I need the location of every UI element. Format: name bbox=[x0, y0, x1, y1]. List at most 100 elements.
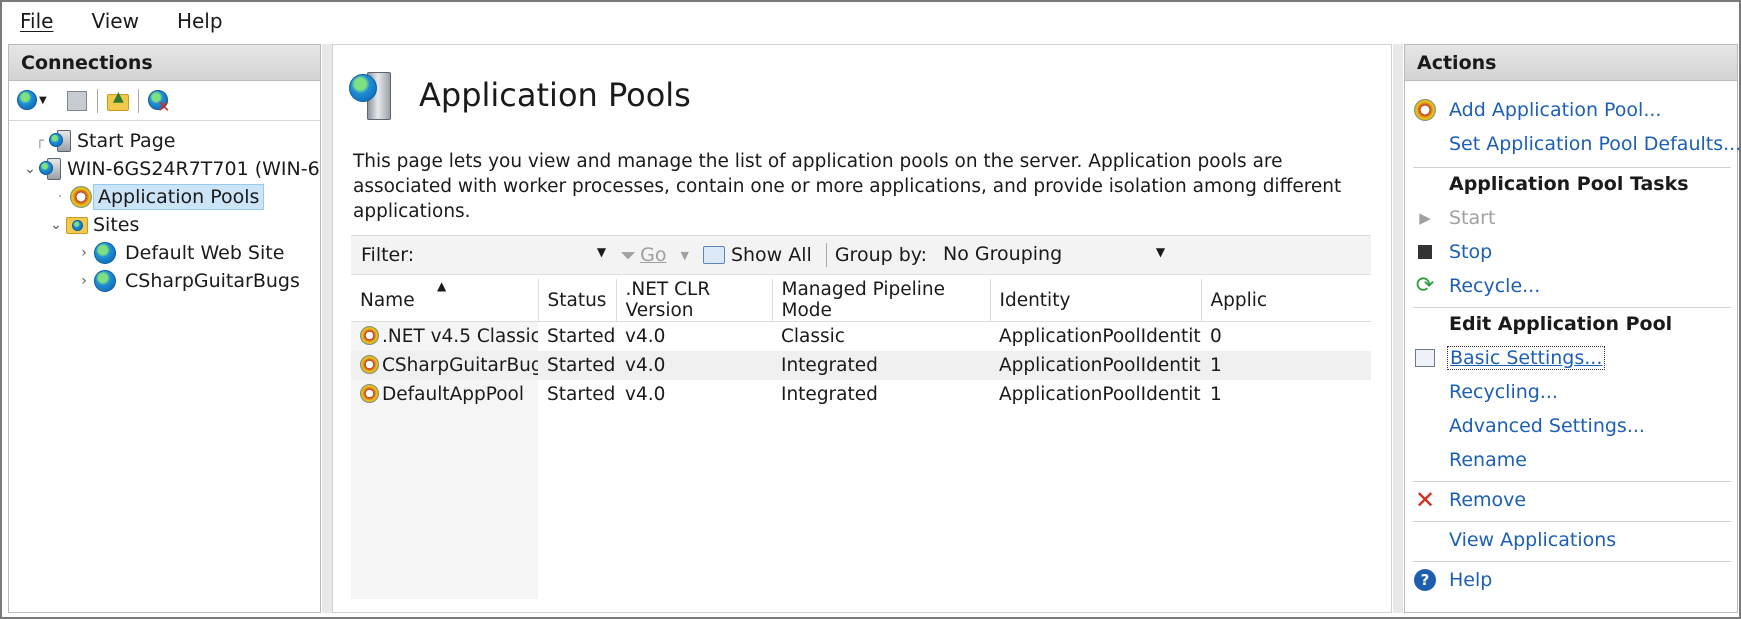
view-applications-action[interactable]: View Applications bbox=[1449, 525, 1616, 555]
column-header-identity[interactable]: Identity bbox=[990, 279, 1202, 322]
tree-default-web-site[interactable]: › Default Web Site bbox=[75, 239, 288, 267]
pool-name-cell: CSharpGuitarBugs bbox=[351, 350, 538, 380]
rename-action[interactable]: Rename bbox=[1449, 445, 1527, 475]
table-row[interactable]: DefaultAppPool Started v4.0 Integrated A… bbox=[351, 379, 1371, 409]
grid-header-row: Name ▲ Status .NET CLR Version Managed Pi… bbox=[351, 279, 1371, 322]
filter-toolbar: Filter: ▼ ⏷ Go ▼ Show All Group by: No G… bbox=[351, 235, 1371, 275]
applications-cell: 0 bbox=[1210, 325, 1222, 347]
recycle-action[interactable]: ⟳ Recycle... bbox=[1413, 271, 1540, 301]
filter-input[interactable]: ▼ bbox=[420, 241, 610, 269]
tree-start-page[interactable]: ┌ Start Page bbox=[31, 127, 179, 155]
chevron-right-icon[interactable]: › bbox=[75, 245, 93, 261]
tree-label: Start Page bbox=[77, 130, 176, 152]
group-by-select[interactable]: No Grouping ▼ bbox=[939, 241, 1175, 269]
toolbar-separator bbox=[825, 243, 827, 267]
menu-bar: File View Help bbox=[2, 2, 1739, 40]
menu-view[interactable]: View bbox=[91, 9, 138, 33]
iis-manager-window: File View Help Connections ▼ ▲ ✕ ┌ Start… bbox=[0, 0, 1741, 619]
settings-sheet-icon bbox=[1413, 346, 1437, 370]
stop-action[interactable]: Stop bbox=[1413, 237, 1492, 267]
page-description: This page lets you view and manage the l… bbox=[353, 151, 1342, 222]
tree-csharpguitarbugs-site[interactable]: › CSharpGuitarBugs bbox=[75, 267, 304, 295]
up-folder-icon[interactable]: ▲ bbox=[106, 89, 130, 113]
sort-ascending-icon: ▲ bbox=[437, 279, 447, 293]
connect-globe-icon[interactable]: ▼ bbox=[17, 89, 47, 113]
status-cell: Started bbox=[547, 383, 616, 405]
menu-file[interactable]: File bbox=[20, 9, 53, 33]
set-pool-defaults-action[interactable]: Set Application Pool Defaults... bbox=[1449, 129, 1741, 159]
chevron-down-icon[interactable]: ▼ bbox=[1156, 245, 1165, 259]
recycling-action[interactable]: Recycling... bbox=[1449, 377, 1558, 407]
chevron-right-icon[interactable]: › bbox=[75, 273, 93, 289]
group-by-label: Group by: bbox=[834, 244, 928, 266]
help-icon: ? bbox=[1413, 568, 1437, 592]
chevron-down-icon: ▼ bbox=[680, 248, 689, 262]
advanced-settings-action[interactable]: Advanced Settings... bbox=[1449, 411, 1645, 441]
tree-sites[interactable]: ⌄ Sites bbox=[47, 211, 143, 239]
identity-cell: ApplicationPoolIdentity bbox=[999, 325, 1201, 347]
toolbar-separator bbox=[138, 88, 139, 113]
clr-version-cell: v4.0 bbox=[616, 350, 772, 380]
splitter[interactable] bbox=[1393, 44, 1403, 613]
add-pool-icon bbox=[1413, 98, 1437, 122]
chevron-down-icon[interactable]: ⌄ bbox=[21, 161, 39, 177]
actions-panel: Actions Add Application Pool... Set Appl… bbox=[1404, 44, 1741, 613]
column-header-applications[interactable]: Applic bbox=[1201, 279, 1371, 322]
tree-label: CSharpGuitarBugs bbox=[125, 270, 300, 292]
tree-label: Default Web Site bbox=[125, 242, 285, 264]
application-pool-icon bbox=[360, 383, 379, 403]
column-header-clr-version[interactable]: .NET CLR Version bbox=[616, 279, 773, 322]
tree-application-pools[interactable]: · Application Pools bbox=[51, 183, 265, 211]
application-pool-icon bbox=[360, 354, 379, 374]
edit-pool-header: Edit Application Pool bbox=[1449, 313, 1673, 335]
website-globe-icon bbox=[93, 241, 117, 265]
chevron-down-icon[interactable]: ▼ bbox=[597, 245, 606, 259]
clr-version-cell: v4.0 bbox=[625, 383, 666, 405]
applications-cell: 1 bbox=[1201, 350, 1371, 380]
start-page-icon bbox=[49, 129, 73, 153]
play-icon: ▶ bbox=[1419, 209, 1431, 227]
pipeline-mode-cell: Integrated bbox=[772, 350, 990, 380]
add-application-pool-action[interactable]: Add Application Pool... bbox=[1413, 95, 1661, 125]
table-row[interactable]: .NET v4.5 Classic Started v4.0 Classic A… bbox=[351, 321, 1371, 351]
column-header-name[interactable]: Name ▲ bbox=[351, 279, 539, 322]
table-row[interactable]: CSharpGuitarBugs Started v4.0 Integrated… bbox=[351, 350, 1371, 380]
recycle-icon: ⟳ bbox=[1415, 273, 1435, 298]
funnel-icon: ⏷ bbox=[620, 243, 637, 267]
show-all-button[interactable]: Show All bbox=[702, 244, 812, 266]
save-icon[interactable] bbox=[65, 89, 89, 113]
column-header-status[interactable]: Status bbox=[538, 279, 617, 322]
toolbar-separator bbox=[97, 88, 98, 113]
delete-connection-icon[interactable]: ✕ bbox=[147, 89, 171, 116]
connections-toolbar: ▼ ▲ ✕ bbox=[9, 81, 320, 121]
website-globe-icon bbox=[93, 269, 117, 293]
help-action[interactable]: ? Help bbox=[1413, 565, 1492, 595]
applications-cell: 1 bbox=[1210, 383, 1222, 405]
basic-settings-action[interactable]: Basic Settings... bbox=[1413, 343, 1606, 373]
connections-tree: ┌ Start Page ⌄ WIN-6GS24R7T701 (WIN-6 · … bbox=[9, 121, 320, 292]
pipeline-mode-cell: Classic bbox=[781, 325, 845, 347]
tree-label: Sites bbox=[93, 214, 140, 236]
actions-title: Actions bbox=[1405, 45, 1737, 81]
remove-action[interactable]: ✕ Remove bbox=[1413, 485, 1526, 515]
go-button[interactable]: ⏷ Go ▼ bbox=[620, 243, 689, 267]
column-header-pipeline-mode[interactable]: Managed Pipeline Mode bbox=[772, 279, 991, 322]
chevron-down-icon[interactable]: ⌄ bbox=[47, 217, 65, 233]
tree-server-node[interactable]: ⌄ WIN-6GS24R7T701 (WIN-6 bbox=[21, 155, 324, 183]
clr-version-cell: v4.0 bbox=[625, 325, 666, 347]
application-pools-icon bbox=[349, 68, 395, 122]
stop-icon bbox=[1413, 240, 1437, 264]
status-cell: Started bbox=[547, 325, 616, 347]
identity-cell: ApplicationPoolIdentity bbox=[990, 350, 1201, 380]
connections-title: Connections bbox=[9, 45, 320, 81]
status-cell: Started bbox=[538, 350, 616, 380]
server-icon bbox=[39, 157, 63, 181]
filter-label: Filter: bbox=[361, 244, 415, 266]
start-action[interactable]: ▶ Start bbox=[1413, 203, 1495, 233]
splitter[interactable] bbox=[322, 44, 332, 613]
pool-tasks-header: Application Pool Tasks bbox=[1449, 173, 1689, 195]
pool-name-cell: .NET v4.5 Classic bbox=[351, 321, 538, 351]
menu-help[interactable]: Help bbox=[177, 9, 223, 33]
tree-label: WIN-6GS24R7T701 (WIN-6 bbox=[67, 158, 320, 180]
connections-panel: Connections ▼ ▲ ✕ ┌ Start Page ⌄ WIN-6GS… bbox=[8, 44, 321, 613]
